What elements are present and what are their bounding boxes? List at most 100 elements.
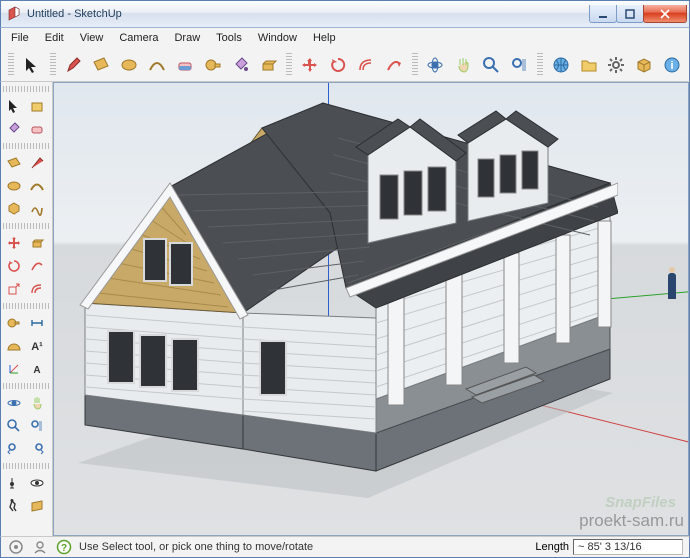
pan-icon[interactable] [450, 52, 476, 78]
menu-camera[interactable]: Camera [111, 30, 166, 46]
status-hint: Use Select tool, or pick one thing to mo… [79, 541, 313, 553]
rotate-icon[interactable] [3, 255, 25, 277]
zoom-extents-icon[interactable] [506, 52, 532, 78]
toolbar-grip[interactable] [3, 143, 50, 149]
toolbar-grip[interactable] [412, 53, 418, 77]
axis-red [414, 373, 689, 447]
follow-me-icon[interactable] [26, 255, 48, 277]
position-camera-icon[interactable] [3, 472, 25, 494]
eraser-icon[interactable] [172, 52, 198, 78]
dimension-icon[interactable] [26, 312, 48, 334]
polygon-icon[interactable] [3, 198, 25, 220]
toolbar-grip[interactable] [50, 53, 56, 77]
toolbar-grip[interactable] [3, 303, 50, 309]
rectangle-icon[interactable] [89, 52, 115, 78]
tape-icon[interactable] [200, 52, 226, 78]
toolbar-top: i [0, 48, 690, 82]
line-icon[interactable] [26, 152, 48, 174]
scale-figure[interactable] [668, 273, 676, 299]
menu-help[interactable]: Help [305, 30, 344, 46]
zoom-window-icon[interactable] [26, 415, 48, 437]
arc-icon[interactable] [144, 52, 170, 78]
look-around-icon[interactable] [26, 472, 48, 494]
next-view-icon[interactable] [26, 438, 48, 460]
orbit-icon[interactable] [423, 52, 449, 78]
toolbar-grip[interactable] [3, 223, 50, 229]
menu-view[interactable]: View [72, 30, 112, 46]
minimize-button[interactable] [589, 5, 617, 23]
rectangle-icon[interactable] [3, 152, 25, 174]
scale-icon[interactable] [3, 278, 25, 300]
info-icon[interactable]: i [659, 52, 685, 78]
zoom-icon[interactable] [3, 415, 25, 437]
move-icon[interactable] [297, 52, 323, 78]
menu-bar: File Edit View Camera Draw Tools Window … [0, 28, 690, 48]
menu-tools[interactable]: Tools [208, 30, 250, 46]
globe-icon[interactable] [548, 52, 574, 78]
tape-icon[interactable] [3, 312, 25, 334]
rotate-icon[interactable] [325, 52, 351, 78]
close-button[interactable] [643, 5, 687, 23]
pan-icon[interactable] [26, 392, 48, 414]
circle-icon[interactable] [3, 175, 25, 197]
eraser-icon[interactable] [26, 118, 48, 140]
menu-file[interactable]: File [3, 30, 37, 46]
toolbar-grip[interactable] [8, 53, 14, 77]
model-house[interactable] [58, 83, 618, 513]
push-pull-icon[interactable] [26, 232, 48, 254]
pencil-icon[interactable] [61, 52, 87, 78]
package-icon[interactable] [631, 52, 657, 78]
watermark-proekt: proekt-sam.ru [579, 511, 684, 531]
maximize-button[interactable] [616, 5, 644, 23]
protractor-icon[interactable] [3, 335, 25, 357]
main-area: A¹ A [0, 82, 690, 536]
arc-icon[interactable] [26, 175, 48, 197]
menu-edit[interactable]: Edit [37, 30, 72, 46]
axis-blue [328, 83, 329, 345]
window-controls [590, 5, 687, 23]
credits-icon[interactable] [31, 538, 49, 556]
folder-icon[interactable] [576, 52, 602, 78]
viewport[interactable]: SnapFiles proekt-sam.ru [53, 82, 689, 536]
gear-icon[interactable] [604, 52, 630, 78]
section-plane-icon[interactable] [26, 495, 48, 517]
svg-text:?: ? [61, 543, 67, 554]
help-icon[interactable]: ? [55, 538, 73, 556]
push-pull-icon[interactable] [256, 52, 282, 78]
toolbar-grip[interactable] [3, 86, 50, 92]
text-icon[interactable]: A¹ [26, 335, 48, 357]
previous-view-icon[interactable] [3, 438, 25, 460]
select-tool-icon[interactable] [3, 95, 25, 117]
toolbar-grip[interactable] [286, 53, 292, 77]
title-bar: Untitled - SketchUp [0, 0, 690, 28]
toolbar-grip[interactable] [3, 463, 50, 469]
axes-icon[interactable] [3, 358, 25, 380]
circle-icon[interactable] [116, 52, 142, 78]
length-field[interactable]: ~ 85' 3 13/16 [573, 539, 683, 555]
zoom-icon[interactable] [478, 52, 504, 78]
toolbar-grip[interactable] [537, 53, 543, 77]
follow-me-icon[interactable] [381, 52, 407, 78]
offset-icon[interactable] [26, 278, 48, 300]
freehand-icon[interactable] [26, 198, 48, 220]
paint-bucket-icon[interactable] [3, 118, 25, 140]
geo-location-icon[interactable] [7, 538, 25, 556]
orbit-icon[interactable] [3, 392, 25, 414]
toolbar-left: A¹ A [1, 82, 53, 536]
app-icon [7, 6, 23, 22]
status-bar: ? Use Select tool, or pick one thing to … [0, 536, 690, 558]
offset-icon[interactable] [353, 52, 379, 78]
toolbar-grip[interactable] [3, 383, 50, 389]
svg-text:i: i [671, 60, 674, 72]
select-tool-icon[interactable] [19, 52, 45, 78]
3d-text-icon[interactable]: A [26, 358, 48, 380]
menu-draw[interactable]: Draw [166, 30, 208, 46]
make-component-icon[interactable] [26, 95, 48, 117]
menu-window[interactable]: Window [250, 30, 305, 46]
watermark-snapfiles: SnapFiles [605, 494, 676, 511]
walk-icon[interactable] [3, 495, 25, 517]
paint-bucket-icon[interactable] [228, 52, 254, 78]
length-label: Length [535, 541, 569, 553]
move-icon[interactable] [3, 232, 25, 254]
svg-text:A¹: A¹ [31, 341, 43, 353]
